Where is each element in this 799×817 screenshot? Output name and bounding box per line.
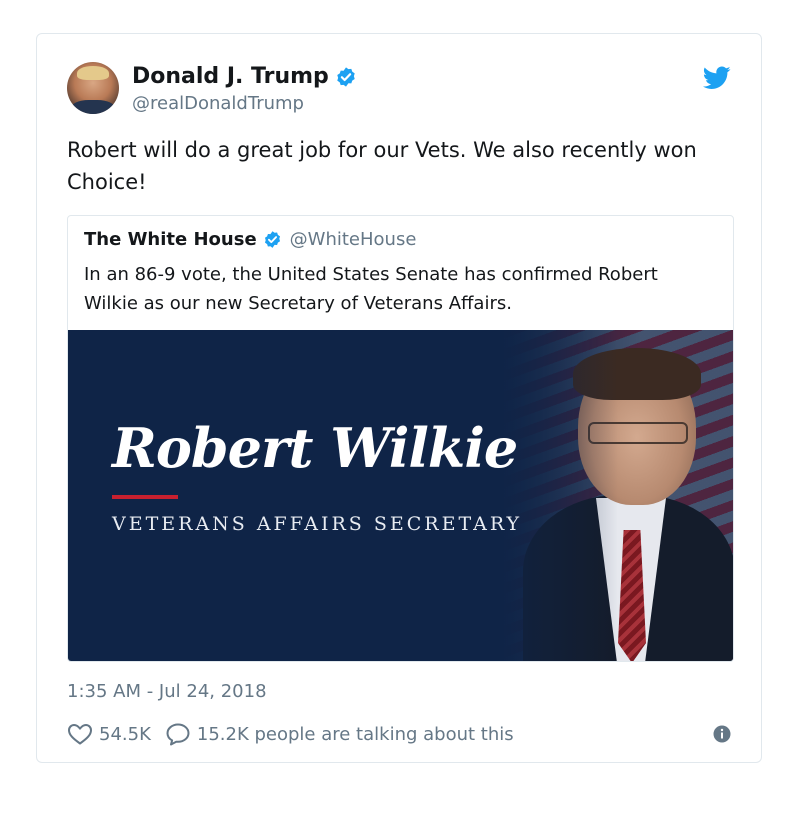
quoted-tweet-header: The White House @WhiteHouse (84, 229, 416, 250)
tweet-timestamp[interactable]: 1:35 AM - Jul 24, 2018 (67, 681, 267, 702)
twitter-bird-icon[interactable] (703, 66, 731, 90)
verified-badge-icon (264, 231, 280, 248)
author-handle[interactable]: @realDonaldTrump (132, 93, 304, 114)
quoted-tweet-image[interactable]: Robert Wilkie VETERANS AFFAIRS SECRETARY (68, 330, 733, 661)
quoted-author-name[interactable]: The White House (84, 229, 257, 250)
tweet-text: Robert will do a great job for our Vets.… (67, 138, 697, 194)
heart-icon[interactable] (67, 722, 93, 746)
like-count[interactable]: 54.5K (99, 724, 151, 745)
verified-badge-icon (337, 66, 355, 87)
author-name-row: Donald J. Trump (132, 64, 357, 89)
quoted-tweet[interactable]: The White House @WhiteHouse In an 86-9 v… (67, 215, 734, 662)
embedded-tweet-card: Donald J. Trump @realDonaldTrump Robert … (36, 33, 762, 763)
info-icon[interactable] (713, 725, 731, 743)
image-accent-line (112, 495, 178, 499)
avatar-suit (71, 100, 115, 114)
image-subtitle: VETERANS AFFAIRS SECRETARY (112, 513, 523, 535)
avatar[interactable] (67, 62, 119, 114)
image-gradient-fade (398, 330, 618, 661)
quoted-tweet-text: In an 86-9 vote, the United States Senat… (84, 264, 658, 314)
author-name[interactable]: Donald J. Trump (132, 64, 329, 89)
conversation-count[interactable]: 15.2K people are talking about this (197, 724, 514, 745)
tweet-actions: 54.5K 15.2K people are talking about thi… (67, 720, 731, 748)
tweet-header: Donald J. Trump @realDonaldTrump (67, 62, 731, 118)
quoted-author-handle[interactable]: @WhiteHouse (290, 229, 417, 250)
image-title: Robert Wilkie (112, 416, 518, 480)
avatar-hair (77, 66, 109, 80)
speech-bubble-icon[interactable] (165, 722, 191, 746)
